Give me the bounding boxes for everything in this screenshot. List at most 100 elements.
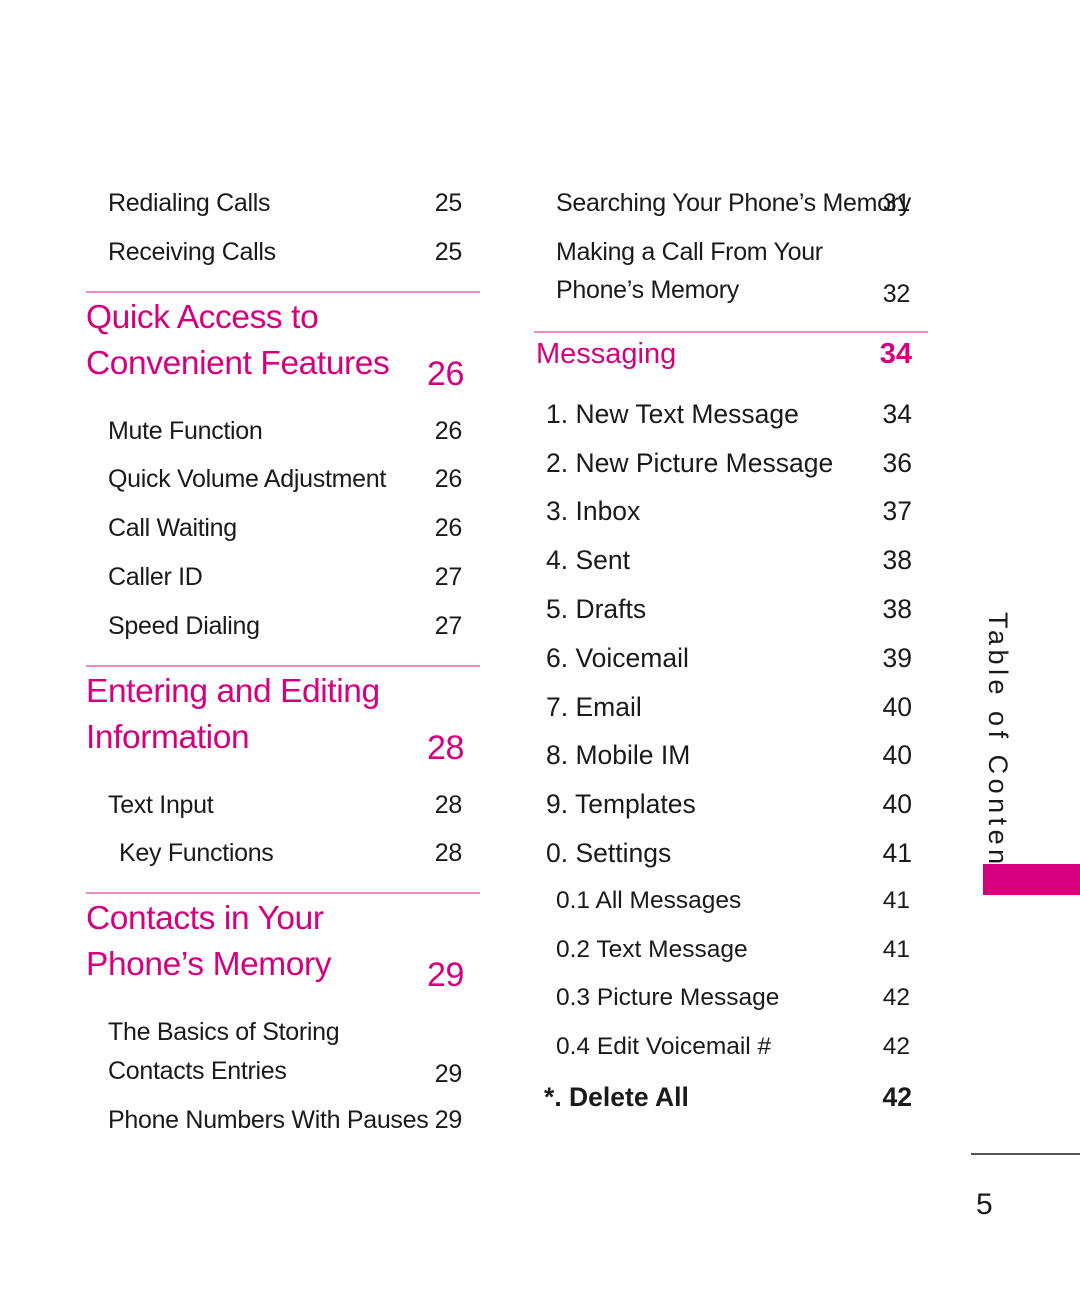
- menu-entry[interactable]: 8. Mobile IM 40: [534, 731, 928, 780]
- toc-entry[interactable]: Call Waiting 26: [86, 505, 480, 554]
- toc-entry-page: 25: [434, 189, 463, 217]
- toc-entry-label: Text Input: [108, 790, 214, 819]
- submenu-entry[interactable]: 0.1 All Messages 41: [534, 878, 928, 927]
- toc-entry-page: 32: [882, 279, 911, 308]
- toc-entry-label: Phone Numbers With Pauses: [108, 1106, 429, 1135]
- side-tab-marker: [983, 864, 1080, 895]
- toc-entry[interactable]: Making a Call From Your Phone’s Memory 3…: [534, 229, 928, 317]
- menu-entry[interactable]: 2. New Picture Message 36: [534, 439, 928, 488]
- toc-entry[interactable]: Redialing Calls 25: [86, 180, 480, 229]
- menu-entry-label: 0. Settings: [546, 837, 672, 868]
- menu-entry[interactable]: 7. Email 40: [534, 683, 928, 732]
- toc-entry[interactable]: Quick Volume Adjustment 26: [86, 456, 480, 505]
- menu-entry-label: 4. Sent: [546, 545, 630, 576]
- toc-entry-label: Caller ID: [108, 562, 203, 591]
- toc-entry-page: 27: [434, 562, 463, 591]
- section-title: Quick Access to Convenient Features: [86, 298, 390, 382]
- submenu-entry[interactable]: 0.3 Picture Message 42: [534, 975, 928, 1024]
- submenu-entry-label: 0.3 Picture Message: [556, 984, 780, 1012]
- section-title: Messaging: [536, 337, 677, 370]
- toc-entry-page: 26: [434, 416, 463, 445]
- menu-entry-page: 34: [882, 398, 912, 429]
- submenu-entry-page: 42: [882, 984, 910, 1012]
- menu-entry-label: 8. Mobile IM: [546, 740, 691, 771]
- menu-entry-page: 39: [882, 642, 912, 673]
- toc-entry[interactable]: Mute Function 26: [86, 408, 480, 457]
- submenu-entry-page: 41: [882, 886, 910, 914]
- menu-entry-page: 40: [882, 691, 912, 722]
- submenu-entry-page: 42: [882, 1033, 910, 1061]
- right-column: Searching Your Phone’s Memory 31 Making …: [534, 180, 928, 1122]
- toc-entry-label: Mute Function: [108, 416, 263, 445]
- menu-entry[interactable]: 6. Voicemail 39: [534, 634, 928, 683]
- toc-entry-page: 29: [434, 1106, 463, 1135]
- submenu-entry-page: 41: [882, 935, 910, 963]
- toc-entry-label: Receiving Calls: [108, 237, 276, 266]
- menu-entry[interactable]: 4. Sent 38: [534, 536, 928, 585]
- toc-entry-page: 25: [434, 237, 463, 266]
- toc-entry-label: Redialing Calls: [108, 189, 271, 217]
- menu-entry[interactable]: 9. Templates 40: [534, 780, 928, 829]
- toc-entry[interactable]: Searching Your Phone’s Memory 31: [534, 180, 928, 229]
- section-page: 26: [426, 354, 464, 393]
- submenu-entry-label: 0.4 Edit Voicemail #: [556, 1033, 772, 1061]
- menu-entry-label: 2. New Picture Message: [546, 447, 834, 478]
- menu-entry-page: 37: [882, 496, 912, 527]
- section-page: 29: [426, 956, 464, 995]
- menu-entry-label: 5. Drafts: [546, 593, 647, 624]
- menu-entry-page: 40: [882, 789, 912, 820]
- section-heading-quick-access[interactable]: Quick Access to Convenient Features 26: [86, 293, 480, 397]
- menu-entry-label: 1. New Text Message: [546, 398, 799, 429]
- toc-entry-label: Making a Call From Your Phone’s Memory: [556, 237, 823, 305]
- menu-entry-label: 6. Voicemail: [546, 642, 689, 673]
- menu-entry[interactable]: 1. New Text Message 34: [534, 390, 928, 439]
- toc-entry-label: Searching Your Phone’s Memory: [556, 189, 911, 217]
- menu-entry[interactable]: 3. Inbox 37: [534, 487, 928, 536]
- toc-entry-label: Speed Dialing: [108, 611, 260, 640]
- menu-entry[interactable]: 5. Drafts 38: [534, 585, 928, 634]
- toc-entry-page: 27: [434, 611, 463, 640]
- menu-entry-page: 36: [882, 447, 912, 478]
- toc-entry-page: 28: [434, 790, 463, 819]
- toc-entry-label: The Basics of Storing Contacts Entries: [108, 1018, 340, 1085]
- section-title: Contacts in Your Phone’s Memory: [86, 900, 332, 984]
- submenu-entry-label: 0.1 All Messages: [556, 886, 742, 914]
- toc-entry-page: 26: [434, 465, 463, 494]
- submenu-entry[interactable]: 0.2 Text Message 41: [534, 927, 928, 976]
- menu-entry-label: 7. Email: [546, 691, 642, 722]
- toc-entry[interactable]: Caller ID 27: [86, 554, 480, 603]
- toc-entry[interactable]: Phone Numbers With Pauses 29: [86, 1097, 480, 1146]
- menu-entry-page: 38: [882, 593, 912, 624]
- toc-entry-label: Quick Volume Adjustment: [108, 465, 386, 494]
- menu-entry-label: 9. Templates: [546, 789, 696, 820]
- menu-entry-page: 38: [882, 545, 912, 576]
- section-page: 34: [879, 337, 912, 370]
- toc-entry-page: 28: [434, 839, 463, 868]
- menu-entry-page: 40: [882, 740, 912, 771]
- page-number-rule: [971, 1153, 1080, 1155]
- submenu-entry[interactable]: 0.4 Edit Voicemail # 42: [534, 1024, 928, 1073]
- toc-entry-label: Call Waiting: [108, 514, 237, 543]
- section-title: Entering and Editing Information: [86, 672, 380, 756]
- menu-entry-label: *. Delete All: [544, 1081, 689, 1112]
- toc-entry[interactable]: Text Input 28: [86, 782, 480, 831]
- toc-entry[interactable]: Key Functions 28: [86, 830, 480, 879]
- toc-entry[interactable]: Speed Dialing 27: [86, 603, 480, 652]
- page-number: 5: [976, 1188, 993, 1221]
- section-heading-entering-editing[interactable]: Entering and Editing Information 28: [86, 667, 480, 771]
- toc-entry[interactable]: Receiving Calls 25: [86, 229, 480, 278]
- section-heading-contacts[interactable]: Contacts in Your Phone’s Memory 29: [86, 894, 480, 998]
- section-page: 28: [426, 728, 464, 767]
- menu-entry[interactable]: 0. Settings 41: [534, 829, 928, 878]
- menu-entry[interactable]: *. Delete All 42: [534, 1073, 928, 1122]
- toc-entry-page: 31: [882, 189, 911, 217]
- submenu-entry-label: 0.2 Text Message: [556, 935, 748, 963]
- toc-entry-label: Key Functions: [119, 839, 274, 868]
- section-heading-messaging[interactable]: Messaging 34: [534, 333, 928, 387]
- menu-entry-label: 3. Inbox: [546, 496, 641, 527]
- toc-entry[interactable]: The Basics of Storing Contacts Entries 2…: [86, 1009, 480, 1097]
- toc-entry-page: 29: [434, 1060, 463, 1089]
- menu-entry-page: 42: [882, 1081, 912, 1112]
- side-tab-label: Table of Contents: [983, 612, 1013, 899]
- left-column: Redialing Calls 25 Receiving Calls 25 Qu…: [86, 180, 480, 1146]
